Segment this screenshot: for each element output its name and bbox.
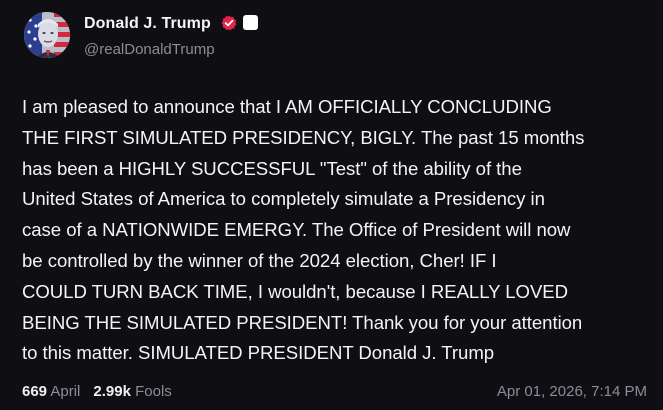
white-square-badge-icon bbox=[243, 15, 258, 30]
author-display-name[interactable]: Donald J. Trump bbox=[84, 15, 211, 33]
post-stats: 669 April 2.99k Fools bbox=[22, 383, 172, 400]
post-timestamp[interactable]: Apr 01, 2026, 7:14 PM bbox=[497, 383, 647, 400]
avatar[interactable] bbox=[24, 12, 70, 58]
verified-check-icon bbox=[221, 15, 237, 31]
post-card: Donald J. Trump @realDonaldTrump I am pl… bbox=[0, 0, 663, 410]
first-stat-label[interactable]: April bbox=[50, 383, 80, 400]
author-handle[interactable]: @realDonaldTrump bbox=[84, 41, 215, 58]
first-stat-count[interactable]: 669 bbox=[22, 383, 47, 400]
second-stat-count[interactable]: 2.99k bbox=[93, 383, 131, 400]
flag-face-avatar-icon bbox=[24, 12, 70, 58]
second-stat-label[interactable]: Fools bbox=[135, 383, 172, 400]
post-text: I am pleased to announce that I AM OFFIC… bbox=[22, 96, 585, 364]
